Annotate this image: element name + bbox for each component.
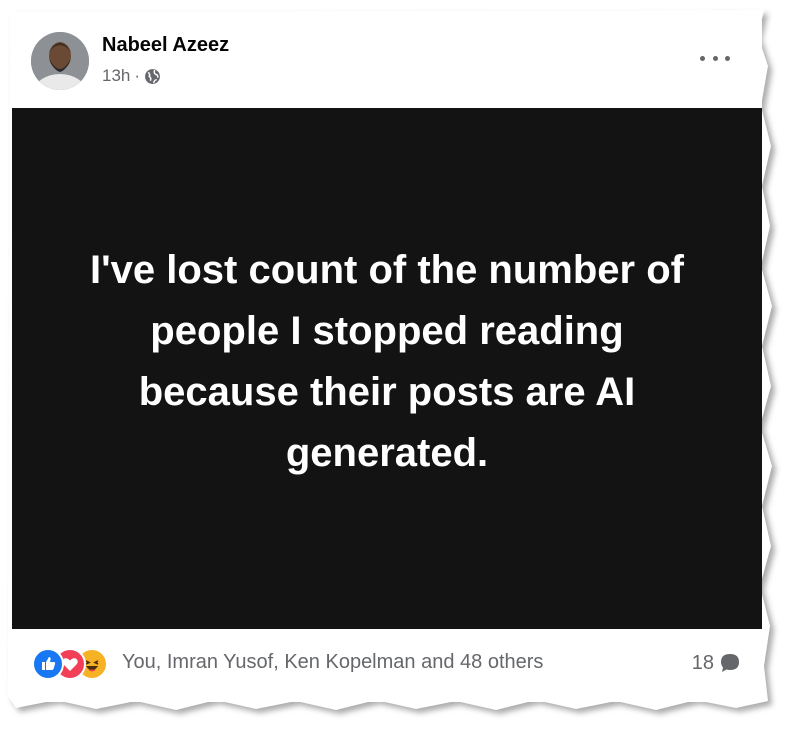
reacted-by-text[interactable]: You, Imran Yusof, Ken Kopelman and 48 ot… <box>122 651 543 674</box>
reaction-icons[interactable] <box>32 648 122 680</box>
dot <box>725 55 730 61</box>
globe-icon[interactable] <box>144 68 161 85</box>
post-meta: 13h · <box>102 66 161 86</box>
post-footer: You, Imran Yusof, Ken Kopelman and 48 ot… <box>12 629 762 702</box>
dot <box>712 55 718 61</box>
post-text: I've lost count of the number of people … <box>90 247 684 475</box>
comment-count-value: 18 <box>691 651 714 674</box>
author-name[interactable]: Nabeel Azeez <box>102 34 229 57</box>
author-avatar[interactable] <box>31 32 89 90</box>
more-options-icon[interactable] <box>700 50 730 66</box>
facebook-post-card: Nabeel Azeez 13h · I've lost count of th… <box>12 12 762 702</box>
post-header: Nabeel Azeez 13h · <box>12 12 762 108</box>
post-time[interactable]: 13h <box>102 66 130 86</box>
meta-separator: · <box>134 66 141 85</box>
dot <box>700 55 705 61</box>
like-icon <box>32 648 64 680</box>
comment-icon <box>721 654 739 672</box>
post-text-background[interactable]: I've lost count of the number of people … <box>12 108 762 629</box>
comment-count[interactable]: 18 <box>692 651 742 675</box>
